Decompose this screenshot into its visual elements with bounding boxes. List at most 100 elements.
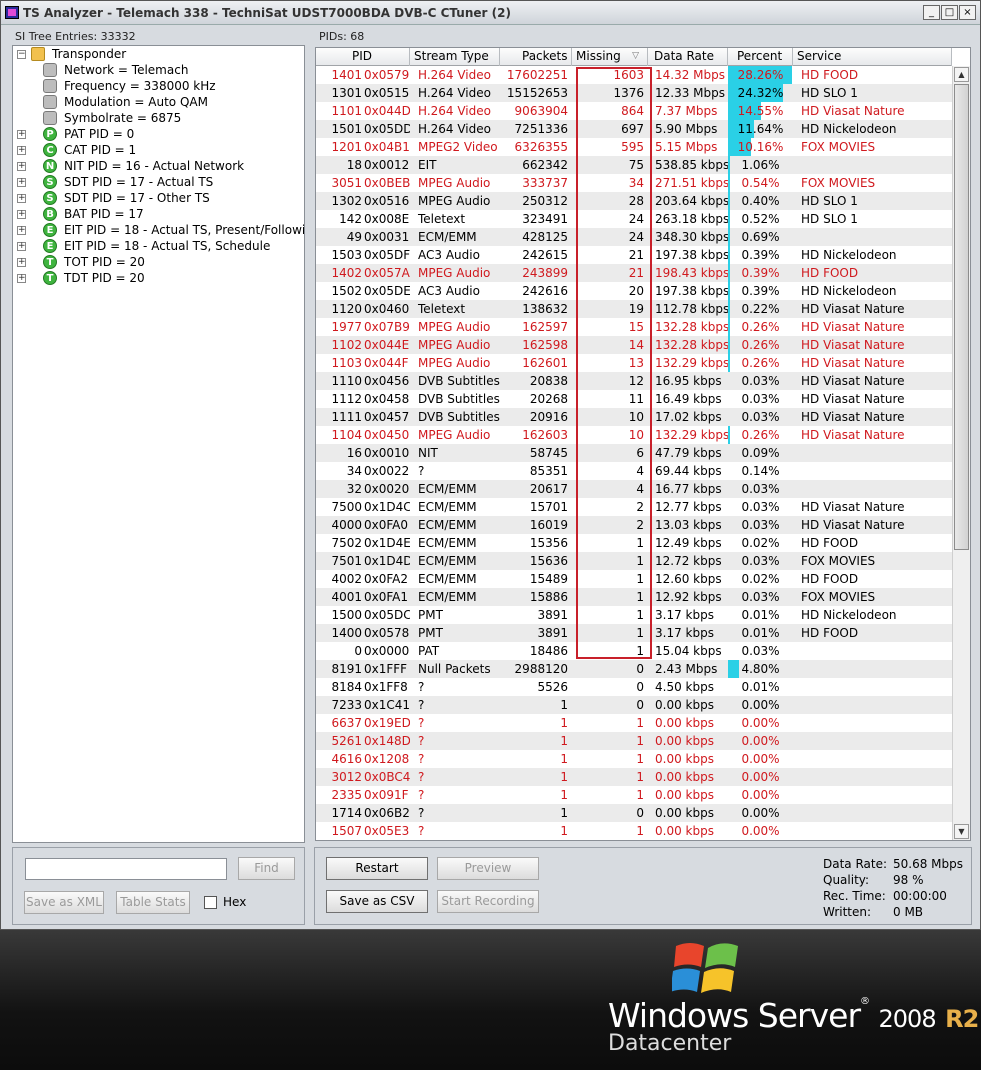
table-stats-button[interactable]: Table Stats bbox=[116, 891, 190, 914]
tree-node[interactable]: + B BAT PID = 17 bbox=[13, 206, 304, 222]
tree-node[interactable]: + E EIT PID = 18 - Actual TS, Present/Foll… bbox=[13, 222, 304, 238]
table-row[interactable]: 0 0x0000 PAT 18486 1 15.04 kbps 0.03% bbox=[316, 642, 952, 660]
table-row[interactable]: 1501 0x05DD H.264 Video 7251336 697 5.90 Mbps… bbox=[316, 120, 952, 138]
maximize-button[interactable]: □ bbox=[941, 5, 958, 20]
table-row[interactable]: 8191 0x1FFF Null Packets 2988120 0 2.43 Mbps 4… bbox=[316, 660, 952, 678]
table-row[interactable]: 1302 0x0516 MPEG Audio 250312 28 203.64 kbps 0… bbox=[316, 192, 952, 210]
preview-button[interactable]: Preview bbox=[437, 857, 539, 880]
column-header-data-rate[interactable]: Data Rate bbox=[648, 48, 728, 66]
expand-icon[interactable]: + bbox=[17, 178, 26, 187]
table-row[interactable]: 1500 0x05DC PMT 3891 1 3.17 kbps 0.01% HD Nicke… bbox=[316, 606, 952, 624]
table-row[interactable]: 3012 0x0BC4? 1 1 0.00 kbps 0.00% bbox=[316, 768, 952, 786]
tree-node[interactable]: + S SDT PID = 17 - Actual TS bbox=[13, 174, 304, 190]
column-header-pid[interactable]: PID bbox=[316, 48, 410, 66]
table-row[interactable]: 1101 0x044D H.264 Video 9063904 864 7.37 Mbps… bbox=[316, 102, 952, 120]
cell-missing: 0 bbox=[636, 662, 644, 676]
tree-node[interactable]: − Transponder bbox=[13, 46, 304, 62]
table-row[interactable]: 1301 0x0515 H.264 Video 15152653 1376 12.33 M… bbox=[316, 84, 952, 102]
vertical-scrollbar[interactable]: ▲ ▼ bbox=[952, 66, 970, 840]
tree-node[interactable]: Frequency = 338000 kHz bbox=[13, 78, 304, 94]
restart-button[interactable]: Restart bbox=[326, 857, 428, 880]
column-header-percent[interactable]: Percent bbox=[728, 48, 793, 66]
save-as-csv-button[interactable]: Save as CSV bbox=[326, 890, 428, 913]
expand-icon[interactable]: + bbox=[17, 258, 26, 267]
table-row[interactable]: 5261 0x148D? 1 1 0.00 kbps 0.00% bbox=[316, 732, 952, 750]
table-row[interactable]: 1120 0x0460 Teletext 138632 19 112.78 kbps 0.2… bbox=[316, 300, 952, 318]
close-button[interactable]: × bbox=[959, 5, 976, 20]
table-row[interactable]: 1103 0x044F MPEG Audio 162601 13 132.29 kbps 0… bbox=[316, 354, 952, 372]
si-tree[interactable]: − Transponder Network = Telemach Frequency … bbox=[12, 45, 305, 843]
table-row[interactable]: 1977 0x07B9 MPEG Audio 162597 15 132.28 kbps 0… bbox=[316, 318, 952, 336]
expand-icon[interactable]: + bbox=[17, 226, 26, 235]
hex-checkbox[interactable] bbox=[204, 896, 217, 909]
expand-icon[interactable]: + bbox=[17, 242, 26, 251]
table-row[interactable]: 1104 0x0450 MPEG Audio 162603 10 132.29 kbps 0… bbox=[316, 426, 952, 444]
table-row[interactable]: 1112 0x0458 DVB Subtitles 20268 11 16.49 kbps… bbox=[316, 390, 952, 408]
table-row[interactable]: 4616 0x1208? 1 1 0.00 kbps 0.00% bbox=[316, 750, 952, 768]
column-header-packets[interactable]: Packets bbox=[500, 48, 572, 66]
minimize-button[interactable]: _ bbox=[923, 5, 940, 20]
table-row[interactable]: 7502 0x1D4E ECM/EMM 15356 1 12.49 kbps 0.02% HD… bbox=[316, 534, 952, 552]
tree-node[interactable]: + T TOT PID = 20 bbox=[13, 254, 304, 270]
table-row[interactable]: 1201 0x04B1 MPEG2 Video 6326355 595 5.15 Mbps… bbox=[316, 138, 952, 156]
tree-node[interactable]: Symbolrate = 6875 bbox=[13, 110, 304, 126]
cell-service: HD Viasat Nature bbox=[801, 500, 905, 514]
table-row[interactable]: 1402 0x057A MPEG Audio 243899 21 198.43 kbps 0… bbox=[316, 264, 952, 282]
table-row[interactable]: 7500 0x1D4C ECM/EMM 15701 2 12.77 kbps 0.03% HD… bbox=[316, 498, 952, 516]
tree-node[interactable]: Modulation = Auto QAM bbox=[13, 94, 304, 110]
title-bar[interactable]: TS Analyzer - Telemach 338 - TechniSat U… bbox=[1, 1, 980, 25]
table-row[interactable]: 6637 0x19ED? 1 1 0.00 kbps 0.00% bbox=[316, 714, 952, 732]
table-row[interactable]: 1502 0x05DE AC3 Audio 242616 20 197.38 kbps 0.… bbox=[316, 282, 952, 300]
table-row[interactable]: 1400 0x0578 PMT 3891 1 3.17 kbps 0.01% HD FOOD bbox=[316, 624, 952, 642]
column-header-missing[interactable]: Missing ▽ bbox=[572, 48, 648, 66]
expand-icon[interactable]: + bbox=[17, 162, 26, 171]
table-row[interactable]: 32 0x0020 ECM/EMM 20617 4 16.77 kbps 0.03% bbox=[316, 480, 952, 498]
table-row[interactable]: 1102 0x044E MPEG Audio 162598 14 132.28 kbps 0… bbox=[316, 336, 952, 354]
expand-icon[interactable]: + bbox=[17, 130, 26, 139]
table-row[interactable]: 7501 0x1D4D ECM/EMM 15636 1 12.72 kbps 0.03% FO… bbox=[316, 552, 952, 570]
find-input[interactable] bbox=[25, 858, 227, 880]
cell-packets: 20838 bbox=[529, 374, 568, 388]
table-row[interactable]: 49 0x0031 ECM/EMM 428125 24 348.30 kbps 0.69% bbox=[316, 228, 952, 246]
table-row[interactable]: 18 0x0012 EIT 662342 75 538.85 kbps 1.06% bbox=[316, 156, 952, 174]
expand-icon[interactable]: + bbox=[17, 194, 26, 203]
table-row[interactable]: 4001 0x0FA1 ECM/EMM 15886 1 12.92 kbps 0.03% FO… bbox=[316, 588, 952, 606]
tree-node[interactable]: + N NIT PID = 16 - Actual Network bbox=[13, 158, 304, 174]
tree-node[interactable]: + T TDT PID = 20 bbox=[13, 270, 304, 286]
table-row[interactable]: 4002 0x0FA2 ECM/EMM 15489 1 12.60 kbps 0.02% HD… bbox=[316, 570, 952, 588]
tree-node[interactable]: + C CAT PID = 1 bbox=[13, 142, 304, 158]
expand-icon[interactable]: + bbox=[17, 210, 26, 219]
expand-icon[interactable]: + bbox=[17, 274, 26, 283]
table-row[interactable]: 34 0x0022? 85351 4 69.44 kbps 0.14% bbox=[316, 462, 952, 480]
table-row[interactable]: 142 0x008E Teletext 323491 24 263.18 kbps 0.52… bbox=[316, 210, 952, 228]
table-row[interactable]: 3051 0x0BEB MPEG Audio 333737 34 271.51 kbps 0… bbox=[316, 174, 952, 192]
scroll-down-icon[interactable]: ▼ bbox=[954, 824, 969, 839]
table-row[interactable]: 16 0x0010 NIT 58745 6 47.79 kbps 0.09% bbox=[316, 444, 952, 462]
table-row[interactable]: 1503 0x05DF AC3 Audio 242615 21 197.38 kbps 0.… bbox=[316, 246, 952, 264]
table-row[interactable]: 1401 0x0579 H.264 Video 17602251 1603 14.32 M… bbox=[316, 66, 952, 84]
cell-missing: 1 bbox=[636, 752, 644, 766]
tree-node[interactable]: + P PAT PID = 0 bbox=[13, 126, 304, 142]
table-row[interactable]: 1110 0x0456 DVB Subtitles 20838 12 16.95 kbps… bbox=[316, 372, 952, 390]
table-row[interactable]: 1507 0x05E3? 1 1 0.00 kbps 0.00% bbox=[316, 822, 952, 840]
app-icon[interactable] bbox=[5, 6, 19, 19]
scroll-up-icon[interactable]: ▲ bbox=[954, 67, 969, 82]
table-row[interactable]: 8184 0x1FF8? 5526 0 4.50 kbps 0.01% bbox=[316, 678, 952, 696]
save-as-xml-button[interactable]: Save as XML bbox=[24, 891, 104, 914]
column-header-stream-type[interactable]: Stream Type bbox=[410, 48, 500, 66]
table-row[interactable]: 2335 0x091F? 1 1 0.00 kbps 0.00% bbox=[316, 786, 952, 804]
table-row[interactable]: 4000 0x0FA0 ECM/EMM 16019 2 13.03 kbps 0.03% HD… bbox=[316, 516, 952, 534]
find-button[interactable]: Find bbox=[238, 857, 295, 880]
cell-pid: 7500 bbox=[331, 500, 362, 514]
collapse-icon[interactable]: − bbox=[17, 50, 26, 59]
expand-icon[interactable]: + bbox=[17, 146, 26, 155]
table-row[interactable]: 7233 0x1C41? 1 0 0.00 kbps 0.00% bbox=[316, 696, 952, 714]
start-recording-button[interactable]: Start Recording bbox=[437, 890, 539, 913]
column-header-service[interactable]: Service bbox=[793, 48, 952, 66]
tree-node[interactable]: Network = Telemach bbox=[13, 62, 304, 78]
table-row[interactable]: 1111 0x0457 DVB Subtitles 20916 10 17.02 kbps… bbox=[316, 408, 952, 426]
scroll-thumb[interactable] bbox=[954, 84, 969, 550]
table-row[interactable]: 1714 0x06B2? 1 0 0.00 kbps 0.00% bbox=[316, 804, 952, 822]
tree-node[interactable]: + S SDT PID = 17 - Other TS bbox=[13, 190, 304, 206]
tree-node[interactable]: + E EIT PID = 18 - Actual TS, Schedule bbox=[13, 238, 304, 254]
